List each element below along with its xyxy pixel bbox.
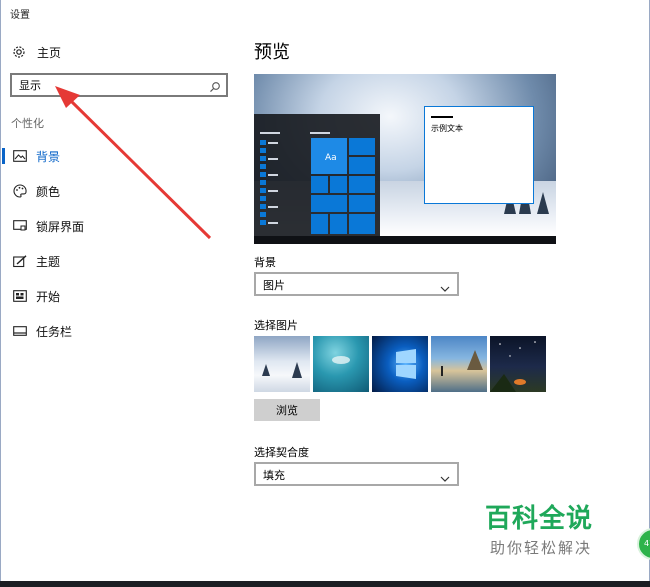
sidebar-item-background[interactable]: 背景	[1, 144, 241, 168]
chevron-down-icon	[440, 279, 450, 292]
preview-sample-text: 示例文本	[431, 124, 463, 133]
sidebar-item-label: 开始	[36, 289, 61, 304]
sidebar-item-themes[interactable]: 主题	[1, 249, 241, 273]
preview-sample-window: 示例文本	[424, 106, 534, 204]
gear-icon	[11, 44, 27, 60]
sidebar-item-colors[interactable]: 颜色	[1, 179, 241, 203]
fit-label: 选择契合度	[254, 446, 309, 459]
sidebar: 主页 个性化 背景 颜色	[1, 26, 241, 581]
screen-bottom-band	[0, 581, 650, 587]
nav-home-label: 主页	[37, 45, 62, 60]
background-dropdown[interactable]: 图片	[254, 272, 459, 296]
chevron-down-icon	[440, 469, 450, 482]
watermark-main: 百科全说	[485, 504, 594, 534]
browse-button[interactable]: 浏览	[254, 399, 320, 421]
preview-tile: Aa	[311, 138, 347, 174]
watermark: 百科全说 助你轻松解决	[485, 498, 615, 558]
search-input[interactable]	[12, 75, 202, 95]
preview-taskbar	[254, 236, 556, 244]
start-icon	[12, 289, 27, 304]
choose-picture-label: 选择图片	[254, 319, 298, 332]
background-dropdown-value: 图片	[263, 279, 285, 292]
background-label: 背景	[254, 256, 276, 269]
section-title: 个性化	[11, 117, 44, 130]
sidebar-item-lock-screen[interactable]: 锁屏界面	[1, 214, 241, 238]
sidebar-item-label: 颜色	[36, 184, 61, 199]
preview-tree	[537, 192, 549, 214]
fit-dropdown[interactable]: 填充	[254, 462, 459, 486]
picture-thumbnail[interactable]	[254, 336, 310, 392]
title-bar[interactable]: 设置	[1, 0, 649, 26]
sidebar-item-start[interactable]: 开始	[1, 284, 241, 308]
search-icon[interactable]	[209, 78, 221, 93]
watermark-sub: 助你轻松解决	[490, 539, 593, 557]
nav-home[interactable]: 主页	[11, 42, 61, 62]
picture-thumbnail[interactable]	[313, 336, 369, 392]
search-box[interactable]	[10, 73, 228, 97]
floating-badge-text: 47	[644, 539, 650, 548]
image-icon	[12, 149, 27, 164]
desktop-preview: Aa 示例文本	[254, 74, 556, 244]
picture-thumbnail[interactable]	[372, 336, 428, 392]
lock-screen-icon	[12, 219, 27, 234]
sidebar-item-taskbar[interactable]: 任务栏	[1, 319, 241, 343]
palette-icon	[12, 184, 27, 199]
sidebar-item-label: 背景	[36, 149, 61, 164]
active-indicator	[2, 148, 5, 164]
picture-thumbnail[interactable]	[431, 336, 487, 392]
window-title: 设置	[10, 10, 30, 21]
taskbar-icon	[12, 324, 27, 339]
theme-icon	[12, 254, 27, 269]
picture-thumbnail[interactable]	[490, 336, 546, 392]
sidebar-item-label: 任务栏	[36, 324, 73, 339]
sidebar-item-label: 锁屏界面	[36, 219, 85, 234]
sidebar-item-label: 主题	[36, 254, 61, 269]
fit-dropdown-value: 填充	[263, 469, 285, 482]
preview-title: 预览	[254, 42, 290, 63]
picture-thumbnails	[254, 336, 554, 392]
